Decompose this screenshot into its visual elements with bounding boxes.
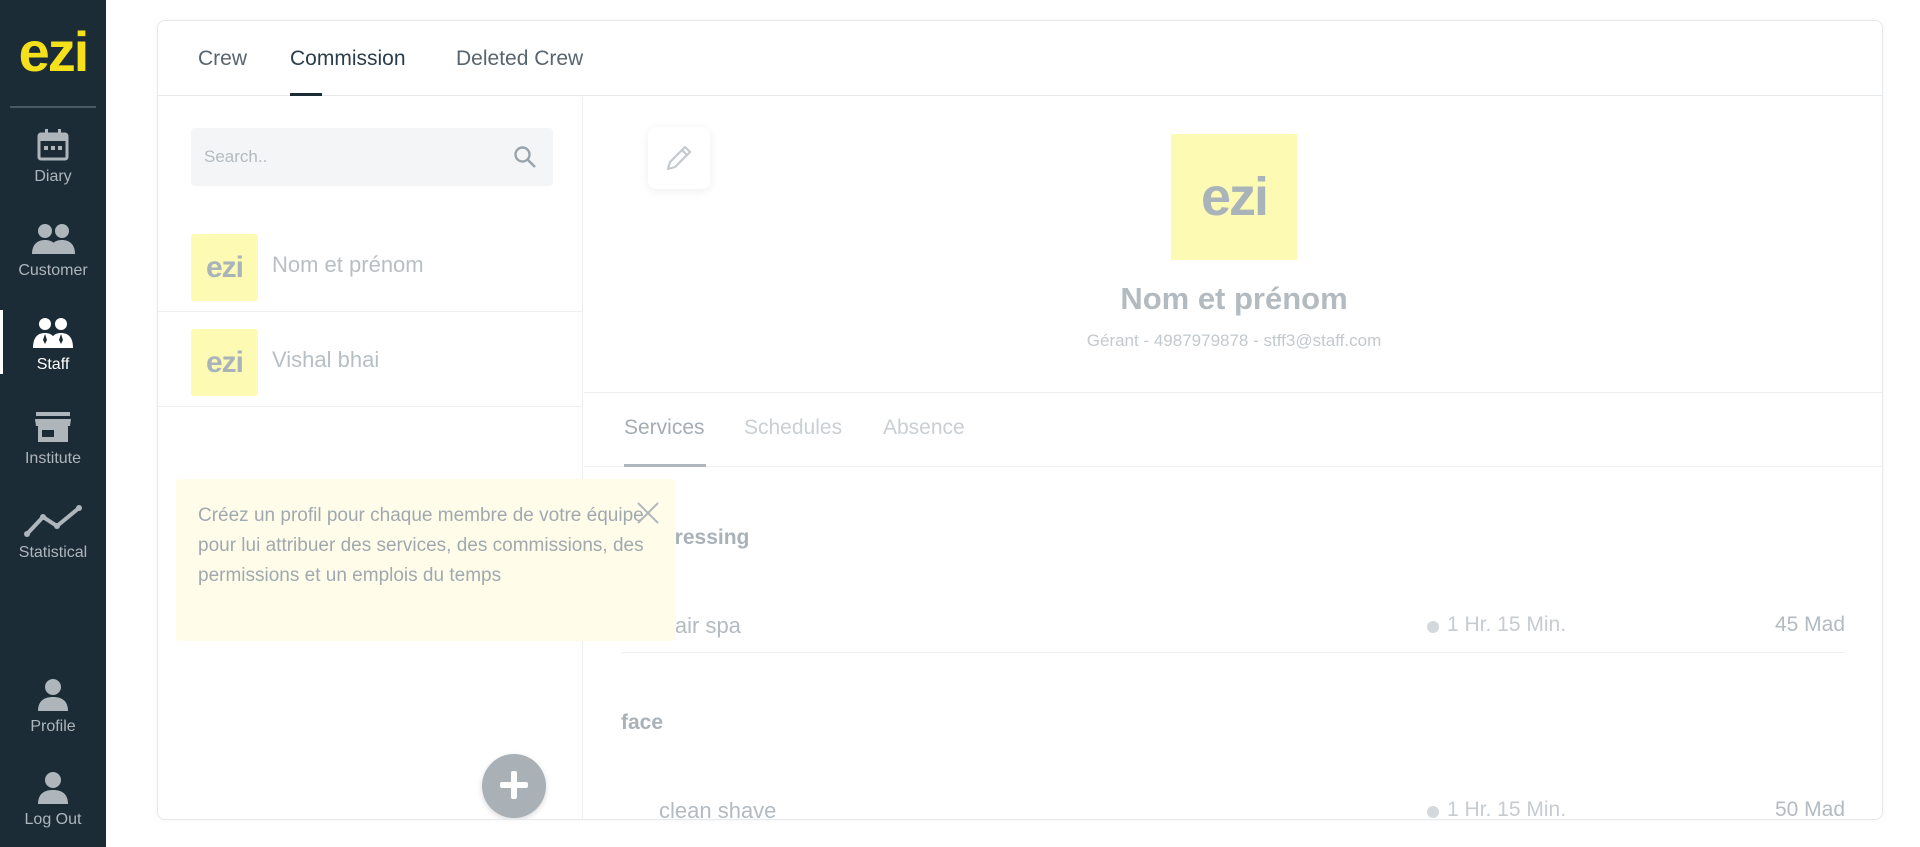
tooltip-text: Créez un profil pour chaque membre de vo…: [198, 505, 644, 586]
pencil-icon: [666, 145, 692, 171]
sidebar-item-statistical[interactable]: Statistical: [0, 504, 106, 584]
service-price: 50 Mad: [1774, 798, 1845, 820]
sidebar-item-staff[interactable]: Staff: [0, 310, 106, 396]
tab-deleted-crew[interactable]: Deleted Crew: [456, 47, 583, 71]
crew-list-item[interactable]: ezi Vishal bhai: [158, 312, 583, 407]
profile-avatar: ezi: [1171, 134, 1297, 260]
sidebar-item-label: Statistical: [18, 544, 88, 561]
profile-header: ezi Nom et prénom Gérant - 4987979878 - …: [584, 97, 1882, 393]
customers-icon: [32, 224, 75, 254]
crew-list-panel: ezi Nom et prénom ezi Vishal bhai: [158, 97, 583, 819]
service-price: 45 Mad: [1774, 613, 1845, 636]
service-row[interactable]: Hair spa 1 Hr. 15 Min. 45 Mad: [621, 593, 1845, 653]
close-icon[interactable]: [635, 500, 661, 526]
search-icon[interactable]: [513, 145, 537, 169]
detail-tabs: Services Schedules Absence: [584, 394, 1882, 467]
calendar-icon: [37, 129, 69, 161]
sidebar-item-diary[interactable]: Diary: [0, 128, 106, 208]
person-icon: [38, 679, 68, 711]
active-tab-indicator: [624, 464, 706, 467]
onboarding-tooltip: Créez un profil pour chaque membre de vo…: [176, 479, 676, 641]
tab-absence[interactable]: Absence: [883, 416, 965, 440]
plus-icon: [500, 771, 528, 799]
add-crew-button[interactable]: [482, 754, 546, 818]
service-row[interactable]: clean shave 1 Hr. 15 Min. 50 Mad: [621, 778, 1845, 820]
service-duration: 1 Hr. 15 Min.: [1447, 798, 1567, 820]
sidebar-item-label: Profile: [30, 718, 76, 735]
tab-crew[interactable]: Crew: [198, 47, 247, 71]
crew-name: Nom et prénom: [272, 252, 424, 277]
tab-commission[interactable]: Commission: [290, 47, 406, 71]
avatar: ezi: [191, 329, 258, 396]
crew-name: Vishal bhai: [272, 347, 380, 372]
duration-dot-icon: [1427, 621, 1439, 633]
profile-name: Nom et prénom: [1120, 281, 1348, 316]
sidebar-item-customer[interactable]: Customer: [0, 222, 106, 302]
store-icon: [35, 412, 71, 442]
sidebar-divider: [10, 106, 96, 108]
sidebar-item-label: Customer: [18, 262, 88, 279]
sidebar-item-institute[interactable]: Institute: [0, 410, 106, 490]
sidebar-item-label: Institute: [24, 450, 82, 467]
crew-detail-panel: ezi Nom et prénom Gérant - 4987979878 - …: [584, 97, 1882, 820]
service-category-title: face: [621, 711, 664, 734]
logout-person-icon: [38, 772, 68, 804]
sidebar-item-label: Diary: [34, 168, 72, 185]
duration-dot-icon: [1427, 806, 1439, 818]
tab-services[interactable]: Services: [624, 416, 705, 440]
sidebar: ezi Diary Customer Staff Institute Stati…: [0, 0, 106, 847]
sidebar-item-label: Log Out: [24, 811, 82, 828]
service-name: clean shave: [659, 798, 777, 820]
service-duration: 1 Hr. 15 Min.: [1447, 613, 1567, 636]
search-box: [191, 128, 553, 186]
tab-schedules[interactable]: Schedules: [744, 416, 842, 440]
avatar: ezi: [191, 234, 258, 301]
crew-list-item[interactable]: ezi Nom et prénom: [158, 217, 583, 312]
sidebar-item-logout[interactable]: Log Out: [0, 771, 106, 847]
sidebar-item-profile[interactable]: Profile: [0, 678, 106, 758]
staff-icon: [33, 318, 73, 348]
app-logo[interactable]: ezi: [0, 22, 106, 82]
active-tab-indicator: [290, 93, 322, 96]
profile-meta: Gérant - 4987979878 - stff3@staff.com: [1086, 331, 1382, 350]
search-input[interactable]: [191, 128, 491, 186]
line-chart-icon: [24, 505, 82, 537]
edit-profile-button[interactable]: [648, 127, 710, 189]
top-tabs: Crew Commission Deleted Crew: [158, 21, 1882, 96]
sidebar-item-label: Staff: [36, 356, 70, 373]
staff-card: Crew Commission Deleted Crew ezi Nom et …: [157, 20, 1883, 820]
